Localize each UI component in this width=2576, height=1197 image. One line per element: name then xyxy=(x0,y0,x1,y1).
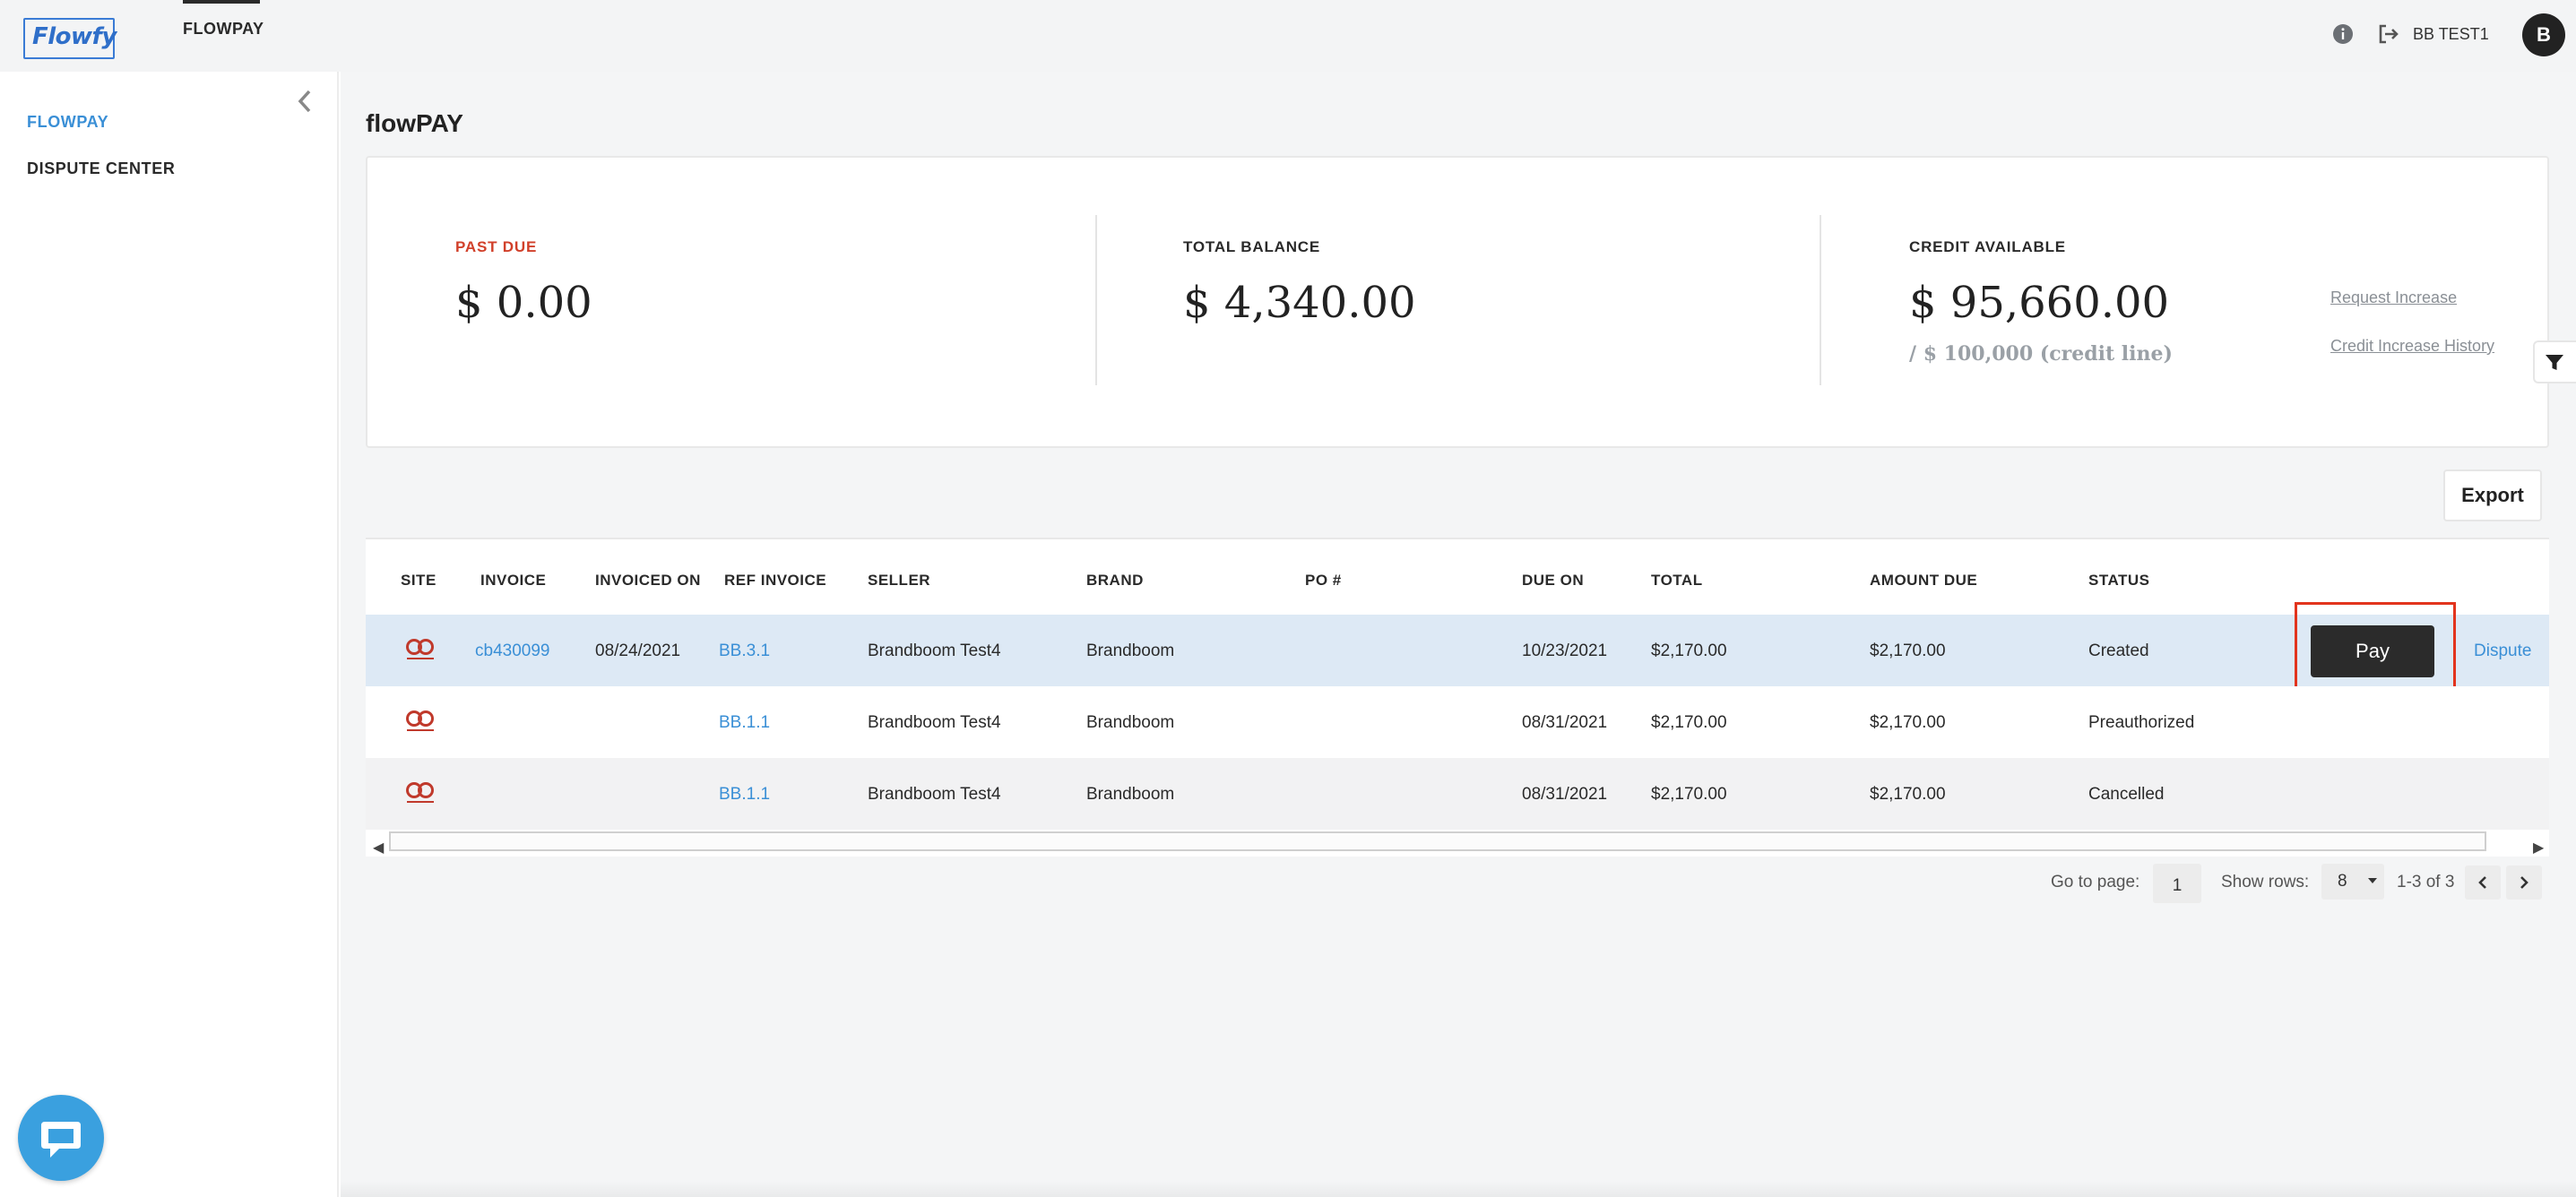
brand-cell: Brandboom xyxy=(1086,785,1175,804)
show-rows-label: Show rows: xyxy=(2221,873,2310,891)
table-row[interactable] xyxy=(366,686,2549,758)
chevron-left-icon[interactable] xyxy=(294,88,316,115)
invoice-link[interactable]: cb430099 xyxy=(475,642,549,661)
past-due-value: $ 0.00 xyxy=(455,278,592,328)
column-header-invoice[interactable]: INVOICE xyxy=(480,572,546,590)
amount-due-cell: $2,170.00 xyxy=(1870,642,1946,660)
column-header-seller[interactable]: SELLER xyxy=(868,572,930,590)
credit-available-value: $ 95,660.00 xyxy=(1909,278,2170,328)
column-header-status[interactable]: STATUS xyxy=(2088,572,2149,590)
column-header-site[interactable]: SITE xyxy=(401,572,437,590)
logo-text: Flowfy xyxy=(32,23,117,50)
table-row[interactable] xyxy=(366,615,2549,686)
column-header-due-on[interactable]: DUE ON xyxy=(1522,572,1584,590)
bottom-shadow xyxy=(341,1181,2576,1197)
divider xyxy=(1820,215,1821,385)
divider xyxy=(1095,215,1097,385)
table-row[interactable] xyxy=(366,758,2549,830)
nav-active-indicator xyxy=(183,0,260,4)
total-balance-value: $ 4,340.00 xyxy=(1183,278,1416,328)
sidebar-item-flowpay[interactable]: FLOWPAY xyxy=(27,113,108,132)
filter-icon xyxy=(2546,355,2563,370)
pay-button[interactable]: Pay xyxy=(2311,625,2434,677)
due-on-cell: 08/31/2021 xyxy=(1522,713,1608,732)
page-number-input[interactable]: 1 xyxy=(2153,864,2201,903)
credit-available-label: CREDIT AVAILABLE xyxy=(1909,238,2066,255)
brand-cell: Brandboom xyxy=(1086,642,1175,660)
due-on-cell: 08/31/2021 xyxy=(1522,785,1608,804)
site-logo-icon xyxy=(406,782,434,803)
chevron-right-icon xyxy=(2520,876,2528,889)
column-header-brand[interactable]: BRAND xyxy=(1086,572,1144,590)
total-cell: $2,170.00 xyxy=(1651,642,1727,660)
amount-due-cell: $2,170.00 xyxy=(1870,785,1946,804)
column-header-po[interactable]: PO # xyxy=(1305,572,1342,590)
column-header-ref-invoice[interactable]: REF INVOICE xyxy=(724,572,826,590)
request-increase-link[interactable]: Request Increase xyxy=(2330,288,2457,307)
next-page-button[interactable] xyxy=(2506,865,2542,900)
scrollbar-track[interactable] xyxy=(389,831,2486,851)
seller-cell: Brandboom Test4 xyxy=(868,713,1001,732)
sidebar-item-dispute-center[interactable]: DISPUTE CENTER xyxy=(27,159,175,178)
dispute-link[interactable]: Dispute xyxy=(2474,642,2531,661)
ref-invoice-link[interactable]: BB.1.1 xyxy=(719,785,770,805)
scroll-left-icon[interactable]: ◀ xyxy=(373,839,384,857)
page-title: flowPAY xyxy=(366,109,463,137)
top-bar: Flowfy FLOWPAY BB TEST1 B xyxy=(0,0,2576,72)
go-to-page-label: Go to page: xyxy=(2051,873,2140,891)
export-button[interactable]: Export xyxy=(2443,469,2542,521)
invoiced-on-cell: 08/24/2021 xyxy=(595,642,681,660)
chat-button[interactable] xyxy=(18,1095,104,1181)
balance-summary-card xyxy=(366,156,2549,448)
column-header-amount-due[interactable]: AMOUNT DUE xyxy=(1870,572,1977,590)
page-range-text: 1-3 of 3 xyxy=(2397,873,2455,891)
due-on-cell: 10/23/2021 xyxy=(1522,642,1608,660)
ref-invoice-link[interactable]: BB.3.1 xyxy=(719,642,770,661)
status-cell: Preauthorized xyxy=(2088,713,2195,732)
ref-invoice-link[interactable]: BB.1.1 xyxy=(719,713,770,733)
status-cell: Cancelled xyxy=(2088,785,2165,804)
amount-due-cell: $2,170.00 xyxy=(1870,713,1946,732)
scroll-right-icon[interactable]: ▶ xyxy=(2533,839,2544,857)
avatar[interactable]: B xyxy=(2522,13,2565,56)
total-balance-label: TOTAL BALANCE xyxy=(1183,238,1321,255)
user-name[interactable]: BB TEST1 xyxy=(2413,25,2489,44)
chevron-down-icon xyxy=(2368,878,2377,883)
total-cell: $2,170.00 xyxy=(1651,713,1727,732)
logout-icon[interactable] xyxy=(2377,22,2400,46)
status-cell: Created xyxy=(2088,642,2149,660)
chat-icon xyxy=(41,1122,81,1158)
chevron-left-icon xyxy=(2478,876,2486,889)
column-header-total[interactable]: TOTAL xyxy=(1651,572,1703,590)
credit-increase-history-link[interactable]: Credit Increase History xyxy=(2330,337,2494,356)
total-cell: $2,170.00 xyxy=(1651,785,1727,804)
credit-line-text: / $ 100,000 (credit line) xyxy=(1909,342,2173,366)
seller-cell: Brandboom Test4 xyxy=(868,642,1001,660)
filter-toggle[interactable] xyxy=(2533,340,2576,383)
site-logo-icon xyxy=(406,639,434,659)
previous-page-button[interactable] xyxy=(2465,865,2501,900)
column-header-invoiced-on[interactable]: INVOICED ON xyxy=(595,572,701,590)
info-icon[interactable] xyxy=(2332,23,2354,45)
site-logo-icon xyxy=(406,710,434,731)
past-due-label: PAST DUE xyxy=(455,238,538,255)
sidebar xyxy=(0,72,339,1197)
seller-cell: Brandboom Test4 xyxy=(868,785,1001,804)
brand-cell: Brandboom xyxy=(1086,713,1175,732)
nav-tab-flowpay[interactable]: FLOWPAY xyxy=(183,20,264,39)
